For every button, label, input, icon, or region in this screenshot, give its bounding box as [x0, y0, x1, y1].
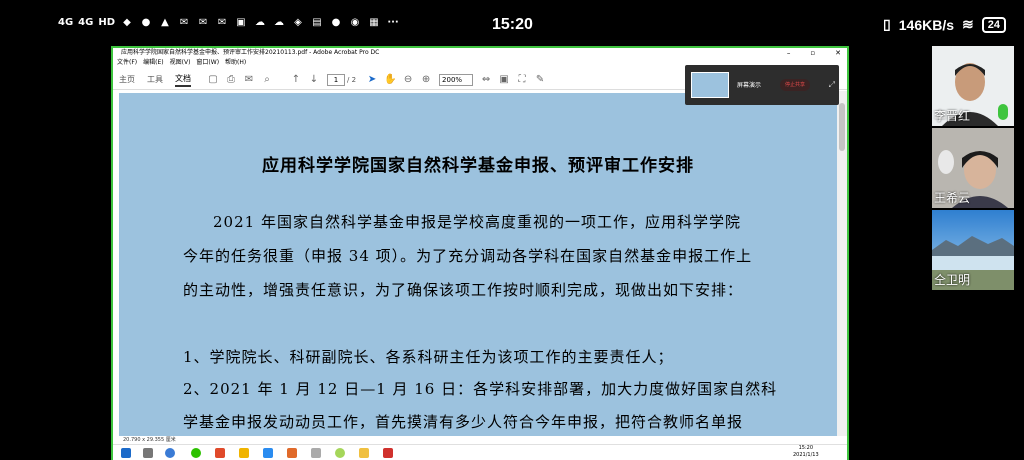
browser-icon[interactable]: [165, 448, 175, 458]
tab-home[interactable]: 主页: [119, 74, 135, 85]
page-number-input[interactable]: 1: [327, 73, 345, 86]
select-cursor-icon[interactable]: ➤: [366, 74, 378, 86]
document-line: 1、学院院长、科研副院长、各系科研主任为该项工作的主要责任人；: [183, 348, 674, 366]
annotate-icon[interactable]: ✎: [534, 74, 546, 86]
page-up-icon[interactable]: ↑: [290, 74, 302, 86]
document-line: 学基金申报发动动员工作，首先摸清有多少人符合今年申报，把符合教师名单报: [183, 413, 744, 431]
app-icon[interactable]: [335, 448, 345, 458]
location-icon: ●: [331, 17, 341, 28]
qq-icon: ▲: [161, 17, 169, 28]
signal-4g-icon: 4G: [78, 17, 94, 28]
participant-list: 李晋红 王希云 仝卫明: [932, 46, 1014, 296]
participant-name: 王希云: [934, 191, 971, 205]
save-icon[interactable]: ▢: [207, 74, 219, 86]
taskbar-time: 15:20: [798, 445, 814, 451]
start-icon[interactable]: [121, 448, 131, 458]
hd-icon: HD: [98, 17, 116, 28]
window-titlebar: 应用科学学院国家自然科学基金申报、预评审工作安排20210113.pdf - A…: [113, 48, 847, 58]
folder-icon[interactable]: [239, 448, 249, 458]
app-icon[interactable]: [287, 448, 297, 458]
menu-edit[interactable]: 编辑(E): [143, 58, 163, 68]
participant-name: 李晋红: [934, 109, 971, 123]
task-view-icon[interactable]: [143, 448, 153, 458]
security-icon: ◈: [294, 17, 302, 28]
document-line: 2、2021 年 1 月 12 日—1 月 16 日：各学科安排部署，加大力度做…: [183, 380, 778, 398]
folder-icon[interactable]: [359, 448, 369, 458]
net-speed: 146KB/s: [898, 16, 955, 33]
status-time: 15:20: [492, 16, 533, 33]
zoom-select[interactable]: 200%: [439, 73, 474, 86]
full-screen-icon[interactable]: ⛶: [516, 74, 528, 86]
app-icon: ▣: [236, 17, 246, 28]
stop-share-button[interactable]: 停止共享: [780, 79, 810, 91]
screen-share-popup: 屏幕演示 停止共享 ⤢: [685, 65, 839, 105]
share-preview-thumbnail: [691, 72, 729, 98]
more-icon: ···: [387, 17, 399, 28]
minimize-icon[interactable]: –: [787, 48, 791, 58]
tab-document[interactable]: 文档: [175, 73, 191, 87]
search-icon[interactable]: ⌕: [261, 74, 273, 86]
phone-status-bar: 4G 4G HD ◆ ● ▲ ✉ ✉ ✉ ▣ ☁ ☁ ◈ ▤ ● ◉ ▦ ···…: [0, 0, 1024, 46]
status-right: ▯ 146KB/s ≋ 24: [883, 16, 1006, 33]
menu-help[interactable]: 帮助(H): [225, 58, 246, 68]
document-line: 的主动性，增强责任意识，为了确保该项工作按时顺利完成，现做出如下安排：: [183, 281, 744, 299]
expand-icon[interactable]: ⤢: [829, 80, 835, 90]
participant-name: 仝卫明: [934, 273, 971, 287]
window-title: 应用科学学院国家自然科学基金申报、预评审工作安排20210113.pdf - A…: [121, 49, 380, 56]
document-line: 今年的任务很重（申报 34 项）。为了充分调动各学科在国家自然基金申报工作上: [183, 247, 753, 265]
cloud-icon: ☁: [274, 17, 285, 28]
app-icon[interactable]: [311, 448, 321, 458]
participant-tile[interactable]: 王希云: [932, 128, 1014, 208]
taskbar-date: 2021/1/13: [793, 452, 819, 458]
close-icon[interactable]: ✕: [835, 48, 841, 58]
app-icon[interactable]: [215, 448, 225, 458]
signal-4g-icon: 4G: [58, 17, 74, 28]
cloud-icon: ☁: [255, 17, 266, 28]
participant-tile[interactable]: 李晋红: [932, 46, 1014, 126]
acrobat-icon[interactable]: [383, 448, 393, 458]
document-line: 2021 年国家自然科学基金申报是学校高度重视的一项工作，应用科学学院: [213, 213, 741, 231]
app-icon: ▦: [369, 17, 379, 28]
pdf-page: 应用科学学院国家自然科学基金申报、预评审工作安排 2021 年国家自然科学基金申…: [119, 93, 837, 436]
dingtalk-icon: ◆: [123, 17, 131, 28]
menu-view[interactable]: 视图(V): [170, 58, 191, 68]
zoom-out-icon[interactable]: ⊖: [402, 74, 414, 86]
mail-icon: ✉: [179, 17, 189, 28]
menu-file[interactable]: 文件(F): [117, 58, 137, 68]
app-icon[interactable]: [263, 448, 273, 458]
document-view[interactable]: 应用科学学院国家自然科学基金申报、预评审工作安排 2021 年国家自然科学基金申…: [117, 91, 839, 436]
qq-icon: ◉: [350, 17, 360, 28]
email-icon[interactable]: ✉: [243, 74, 255, 86]
page-total: / 2: [347, 75, 357, 84]
mail-icon: ✉: [217, 17, 227, 28]
page-size-readout: 20.790 x 29.355 厘米: [123, 437, 176, 443]
mic-active-icon: [998, 104, 1008, 120]
mail-icon: ✉: [198, 17, 208, 28]
windows-taskbar: 15:20 2021/1/13: [113, 444, 847, 460]
wechat-icon[interactable]: [191, 448, 201, 458]
zoom-in-icon[interactable]: ⊕: [420, 74, 432, 86]
vibrate-icon: ▯: [883, 16, 891, 32]
status-icons: 4G 4G HD ◆ ● ▲ ✉ ✉ ✉ ▣ ☁ ☁ ◈ ▤ ● ◉ ▦ ···: [58, 16, 400, 30]
hand-icon[interactable]: ✋: [384, 74, 396, 86]
battery-icon: 24: [981, 16, 1006, 33]
fit-page-icon[interactable]: ▣: [498, 74, 510, 86]
photo-icon: ▤: [312, 17, 322, 28]
participant-tile[interactable]: 仝卫明: [932, 210, 1014, 290]
page-down-icon[interactable]: ↓: [308, 74, 320, 86]
tab-tools[interactable]: 工具: [147, 74, 163, 85]
fit-width-icon[interactable]: ⇔: [480, 74, 492, 86]
wifi-icon: ≋: [962, 16, 974, 32]
maximize-icon[interactable]: ▫: [810, 48, 815, 58]
print-icon[interactable]: ⎙: [225, 74, 237, 86]
wechat-icon: ●: [141, 17, 151, 28]
vertical-scrollbar[interactable]: [837, 91, 847, 436]
taskbar-clock: 15:20 2021/1/13: [793, 445, 819, 459]
scrollbar-thumb[interactable]: [839, 103, 845, 151]
share-label: 屏幕演示: [737, 82, 762, 89]
document-title: 应用科学学院国家自然科学基金申报、预评审工作安排: [262, 156, 694, 176]
menu-window[interactable]: 窗口(W): [196, 58, 219, 68]
shared-screen: 应用科学学院国家自然科学基金申报、预评审工作安排20210113.pdf - A…: [111, 46, 849, 460]
